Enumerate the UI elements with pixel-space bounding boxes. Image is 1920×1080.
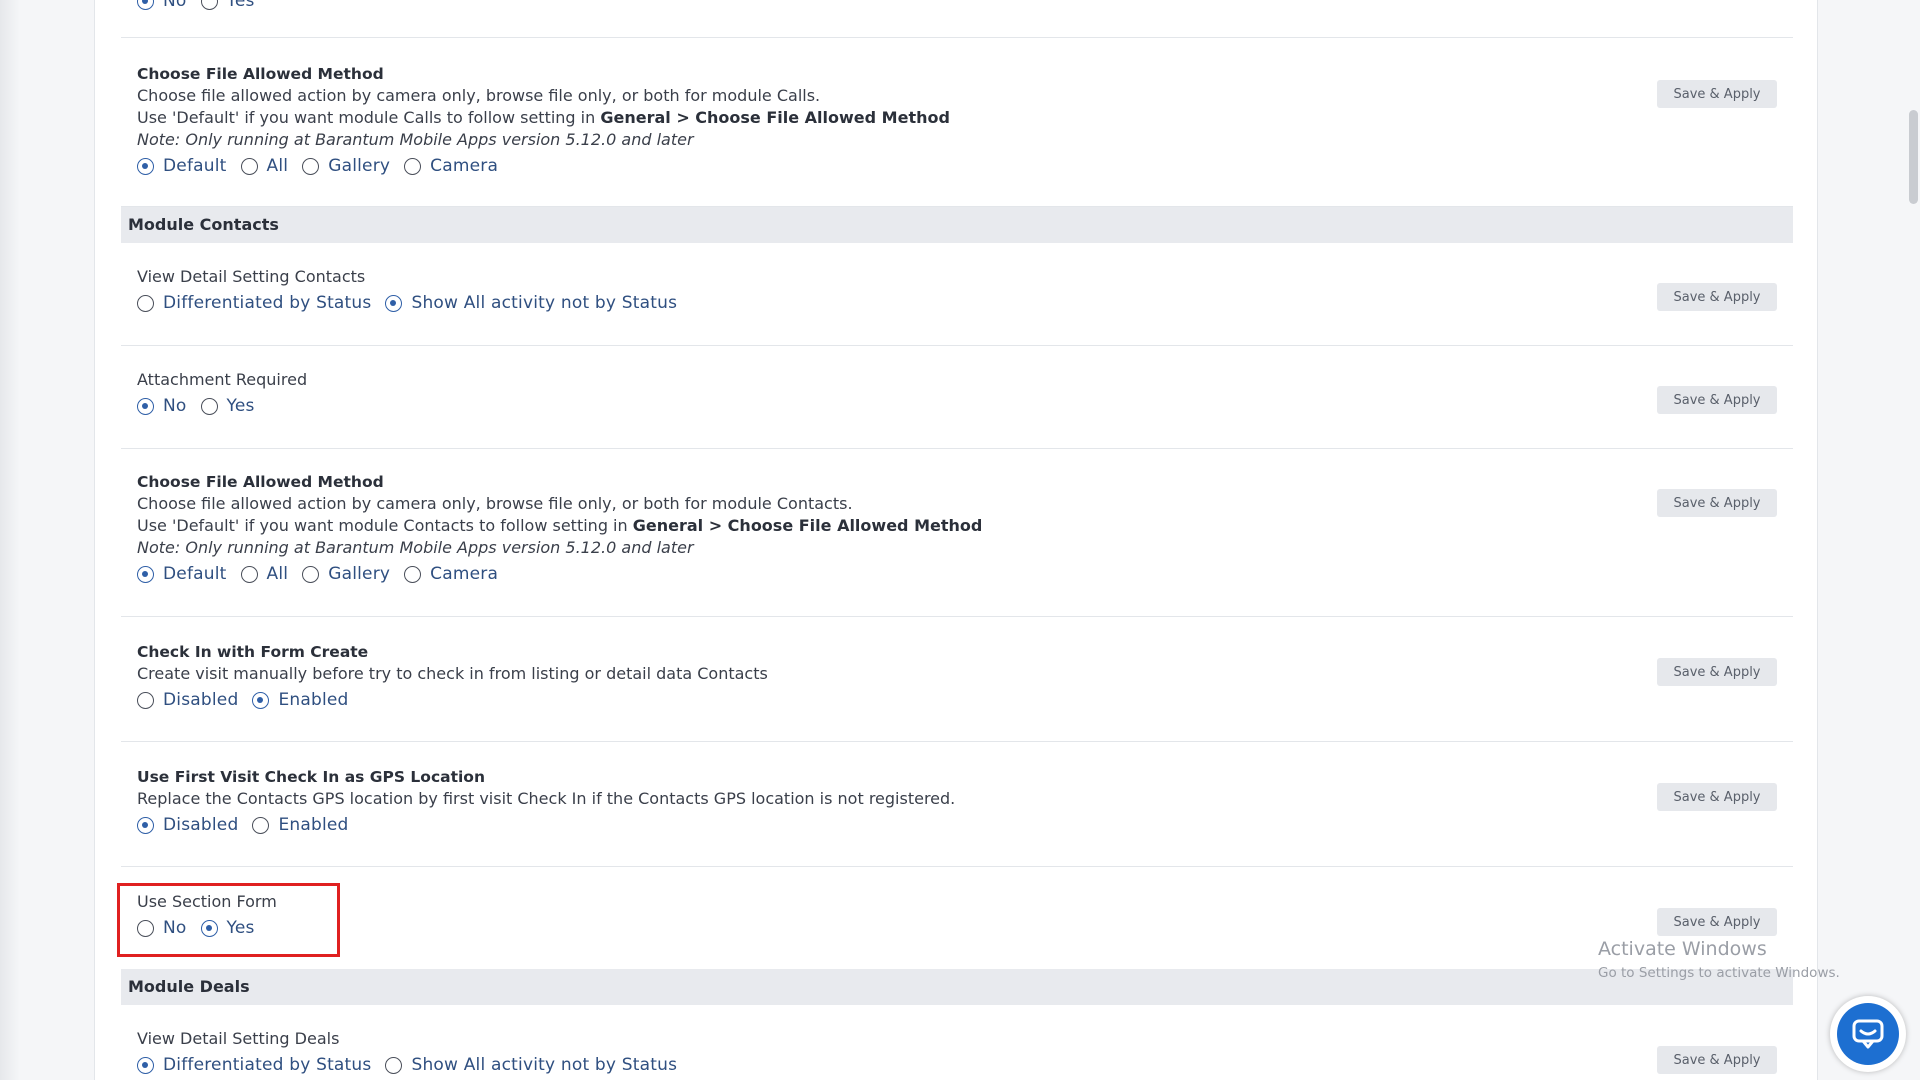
radio-default[interactable]: Default	[137, 564, 227, 584]
setting-description-2: Use 'Default' if you want module Calls t…	[137, 108, 950, 127]
radio-no[interactable]: No	[137, 396, 187, 416]
radio-camera[interactable]: Camera	[404, 156, 498, 176]
radio-disabled[interactable]: Disabled	[137, 815, 238, 835]
page-left-edge	[0, 0, 20, 1080]
radio-show-all[interactable]: Show All activity not by Status	[385, 293, 677, 313]
setting-contacts-section-form: Use Section Form No Yes Save & Apply	[121, 867, 1793, 969]
chat-support-icon	[1837, 1003, 1899, 1065]
section-header-deals: Module Deals	[121, 969, 1793, 1005]
setting-title: Choose File Allowed Method	[137, 473, 384, 491]
save-apply-button[interactable]: Save & Apply	[1657, 283, 1777, 311]
radio-group: Default All Gallery Camera	[137, 153, 950, 179]
save-apply-button[interactable]: Save & Apply	[1657, 908, 1777, 936]
setting-contacts-checkin: Check In with Form Create Create visit m…	[121, 617, 1793, 742]
scrollbar-thumb[interactable]	[1909, 110, 1918, 204]
radio-group: Differentiated by Status Show All activi…	[137, 290, 691, 316]
radio-camera[interactable]: Camera	[404, 564, 498, 584]
setting-description: Choose file allowed action by camera onl…	[137, 494, 853, 513]
setting-note: Note: Only running at Barantum Mobile Ap…	[137, 538, 694, 557]
settings-card: No Yes Choose File Allowed Method Choose…	[94, 0, 1818, 1080]
save-apply-button[interactable]: Save & Apply	[1657, 658, 1777, 686]
setting-contacts-attachment: Attachment Required No Yes Save & Apply	[121, 346, 1793, 449]
watermark-subtitle: Go to Settings to activate Windows.	[1598, 965, 1840, 981]
setting-title: View Detail Setting Deals	[137, 1029, 340, 1048]
radio-all[interactable]: All	[240, 156, 289, 176]
setting-description: Choose file allowed action by camera onl…	[137, 86, 821, 105]
chat-support-button[interactable]	[1830, 996, 1906, 1072]
save-apply-button[interactable]: Save & Apply	[1657, 783, 1777, 811]
setting-description: Create visit manually before try to chec…	[137, 664, 768, 683]
setting-note: Note: Only running at Barantum Mobile Ap…	[137, 130, 694, 149]
setting-title: Attachment Required	[137, 370, 308, 389]
radio-disabled[interactable]: Disabled	[137, 690, 238, 710]
radio-group: Differentiated by Status Show All activi…	[137, 1052, 691, 1078]
radio-group: Disabled Enabled	[137, 687, 768, 713]
setting-contacts-choose-file: Choose File Allowed Method Choose file a…	[121, 449, 1793, 617]
section-header-contacts: Module Contacts	[121, 207, 1793, 243]
radio-differentiated[interactable]: Differentiated by Status	[137, 1055, 371, 1075]
radio-group: No Yes	[137, 393, 307, 419]
save-apply-button[interactable]: Save & Apply	[1657, 80, 1777, 108]
radio-all[interactable]: All	[240, 564, 289, 584]
radio-enabled[interactable]: Enabled	[252, 690, 348, 710]
radio-group: Default All Gallery Camera	[137, 561, 982, 587]
save-apply-button[interactable]: Save & Apply	[1657, 386, 1777, 414]
setting-calls-choose-file: Choose File Allowed Method Choose file a…	[121, 38, 1793, 207]
setting-deals-view-detail: View Detail Setting Deals Differentiated…	[121, 1005, 1793, 1080]
highlight-box	[117, 883, 340, 957]
setting-contacts-gps: Use First Visit Check In as GPS Location…	[121, 742, 1793, 867]
radio-gallery[interactable]: Gallery	[302, 564, 390, 584]
radio-default[interactable]: Default	[137, 156, 227, 176]
setting-title: Check In with Form Create	[137, 643, 369, 661]
setting-description: Replace the Contacts GPS location by fir…	[137, 789, 956, 808]
radio-yes[interactable]: Yes	[200, 396, 255, 416]
setting-title: View Detail Setting Contacts	[137, 267, 366, 286]
windows-watermark: Activate Windows Go to Settings to activ…	[1598, 938, 1840, 981]
radio-group: Disabled Enabled	[137, 812, 955, 838]
top-partial-divider	[121, 0, 1793, 38]
setting-description-2: Use 'Default' if you want module Contact…	[137, 516, 983, 535]
save-apply-button[interactable]: Save & Apply	[1657, 1046, 1777, 1074]
watermark-title: Activate Windows	[1598, 938, 1767, 960]
save-apply-button[interactable]: Save & Apply	[1657, 489, 1777, 517]
setting-title: Choose File Allowed Method	[137, 65, 384, 83]
setting-title: Use First Visit Check In as GPS Location	[137, 768, 485, 786]
radio-enabled[interactable]: Enabled	[252, 815, 348, 835]
radio-gallery[interactable]: Gallery	[302, 156, 390, 176]
setting-contacts-view-detail: View Detail Setting Contacts Differentia…	[121, 243, 1793, 346]
radio-show-all[interactable]: Show All activity not by Status	[385, 1055, 677, 1075]
radio-differentiated[interactable]: Differentiated by Status	[137, 293, 371, 313]
